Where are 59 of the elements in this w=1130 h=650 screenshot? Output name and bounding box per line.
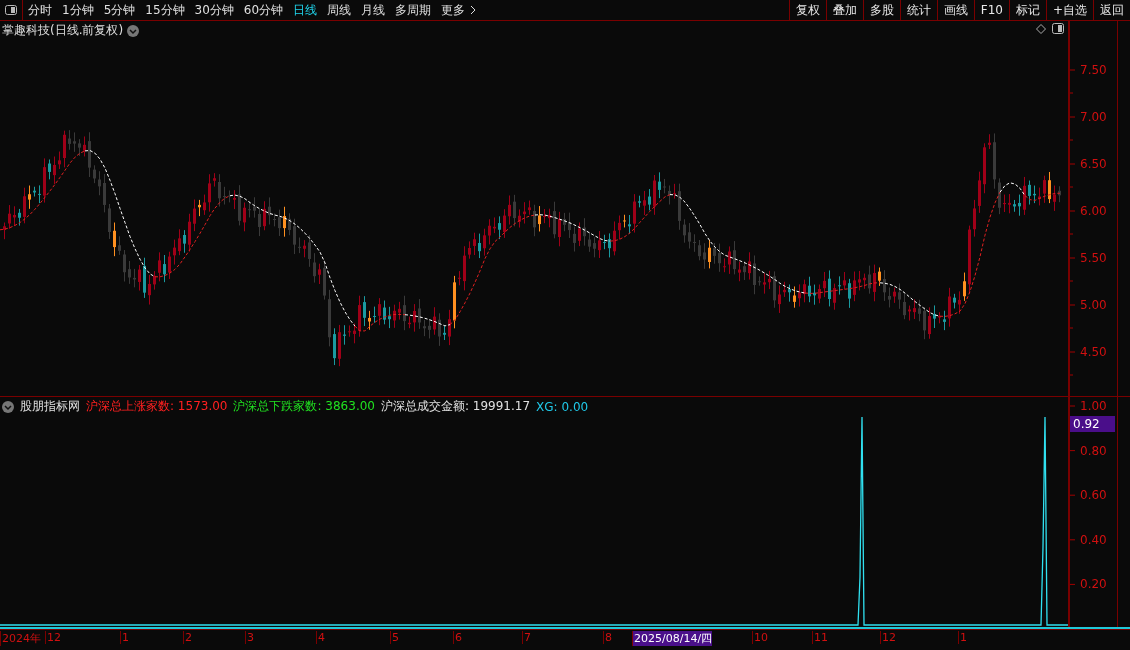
date-axis-label: 1 xyxy=(958,631,967,644)
period-tab[interactable]: 15分钟 xyxy=(140,0,190,20)
indicator-name: 股朋指标网 xyxy=(20,398,80,415)
date-axis-label: 12 xyxy=(45,631,61,644)
toolbar-button[interactable]: 画线 xyxy=(936,0,974,20)
date-axis-label: 2024年 xyxy=(0,631,41,646)
indicator-axis-label: 0.20 xyxy=(1080,577,1107,592)
indicator-reading: XG: 0.00 xyxy=(536,399,589,414)
date-axis-label: 4 xyxy=(316,631,325,644)
period-tab[interactable]: 分时 xyxy=(23,0,57,20)
indicator-reading: 沪深总上涨家数: 1573.00 xyxy=(86,398,228,415)
panel-toggle-icon[interactable] xyxy=(5,5,17,15)
dropdown-icon[interactable] xyxy=(2,400,14,413)
date-axis-label: 2 xyxy=(183,631,192,644)
indicator-axis-label: 0.60 xyxy=(1080,488,1107,503)
diamond-icon[interactable] xyxy=(1036,23,1046,34)
toolbar-button[interactable]: 叠加 xyxy=(825,0,863,20)
date-axis-label: 11 xyxy=(812,631,828,644)
period-tab[interactable]: 5分钟 xyxy=(98,0,141,20)
indicator-axis-label: 0.80 xyxy=(1080,443,1107,458)
price-axis-label: 5.50 xyxy=(1080,251,1107,265)
indicator-axis-label: 1.00 xyxy=(1080,399,1107,413)
toolbar-button[interactable]: 多股 xyxy=(862,0,900,20)
toolbar-button[interactable]: F10 xyxy=(973,0,1009,20)
date-axis-label: 5 xyxy=(390,631,399,644)
period-tab[interactable]: 1分钟 xyxy=(57,0,99,20)
indicator-axis-label: 0.40 xyxy=(1080,532,1107,547)
current-value-badge: 0.92 xyxy=(1070,416,1115,432)
panel-toggle-icon[interactable] xyxy=(1052,23,1064,34)
period-tab[interactable]: 周线 xyxy=(322,0,357,20)
date-axis-label: 8 xyxy=(603,631,612,644)
chart-title: 掌趣科技(日线.前复权) xyxy=(2,22,124,39)
date-axis-label: 6 xyxy=(453,631,462,644)
price-axis-label: 6.50 xyxy=(1080,157,1107,171)
price-axis-label: 7.00 xyxy=(1080,110,1107,124)
toolbar-button[interactable]: 标记 xyxy=(1008,0,1046,20)
period-tab[interactable]: 月线 xyxy=(356,0,391,20)
period-tab[interactable]: 更多 xyxy=(436,0,471,20)
date-axis-label: 7 xyxy=(522,631,531,644)
date-axis-label: 3 xyxy=(245,631,254,644)
toolbar-button[interactable]: 统计 xyxy=(899,0,937,20)
toolbar-button[interactable]: 复权 xyxy=(788,0,826,20)
date-axis-label: 1 xyxy=(120,631,129,644)
indicator-reading: 沪深总下跌家数: 3863.00 xyxy=(233,398,375,415)
toolbar-button[interactable]: +自选 xyxy=(1045,0,1093,20)
indicator-reading: 沪深总成交金额: 19991.17 xyxy=(380,398,531,415)
price-axis-label: 4.50 xyxy=(1080,345,1107,359)
period-tab[interactable]: 日线 xyxy=(288,0,323,20)
period-tab[interactable]: 60分钟 xyxy=(238,0,289,20)
price-axis-label: 6.00 xyxy=(1080,204,1107,218)
price-axis-label: 5.00 xyxy=(1080,298,1107,312)
toolbar-button[interactable]: 返回 xyxy=(1093,0,1130,20)
period-tab[interactable]: 30分钟 xyxy=(189,0,239,20)
period-tab[interactable]: 多周期 xyxy=(390,0,437,20)
date-axis-label: 2025/08/14/四 xyxy=(632,631,713,646)
date-axis-label: 10 xyxy=(752,631,768,644)
price-axis-label: 7.50 xyxy=(1080,63,1107,77)
date-axis-label: 12 xyxy=(880,631,896,644)
dropdown-icon[interactable] xyxy=(127,24,140,37)
